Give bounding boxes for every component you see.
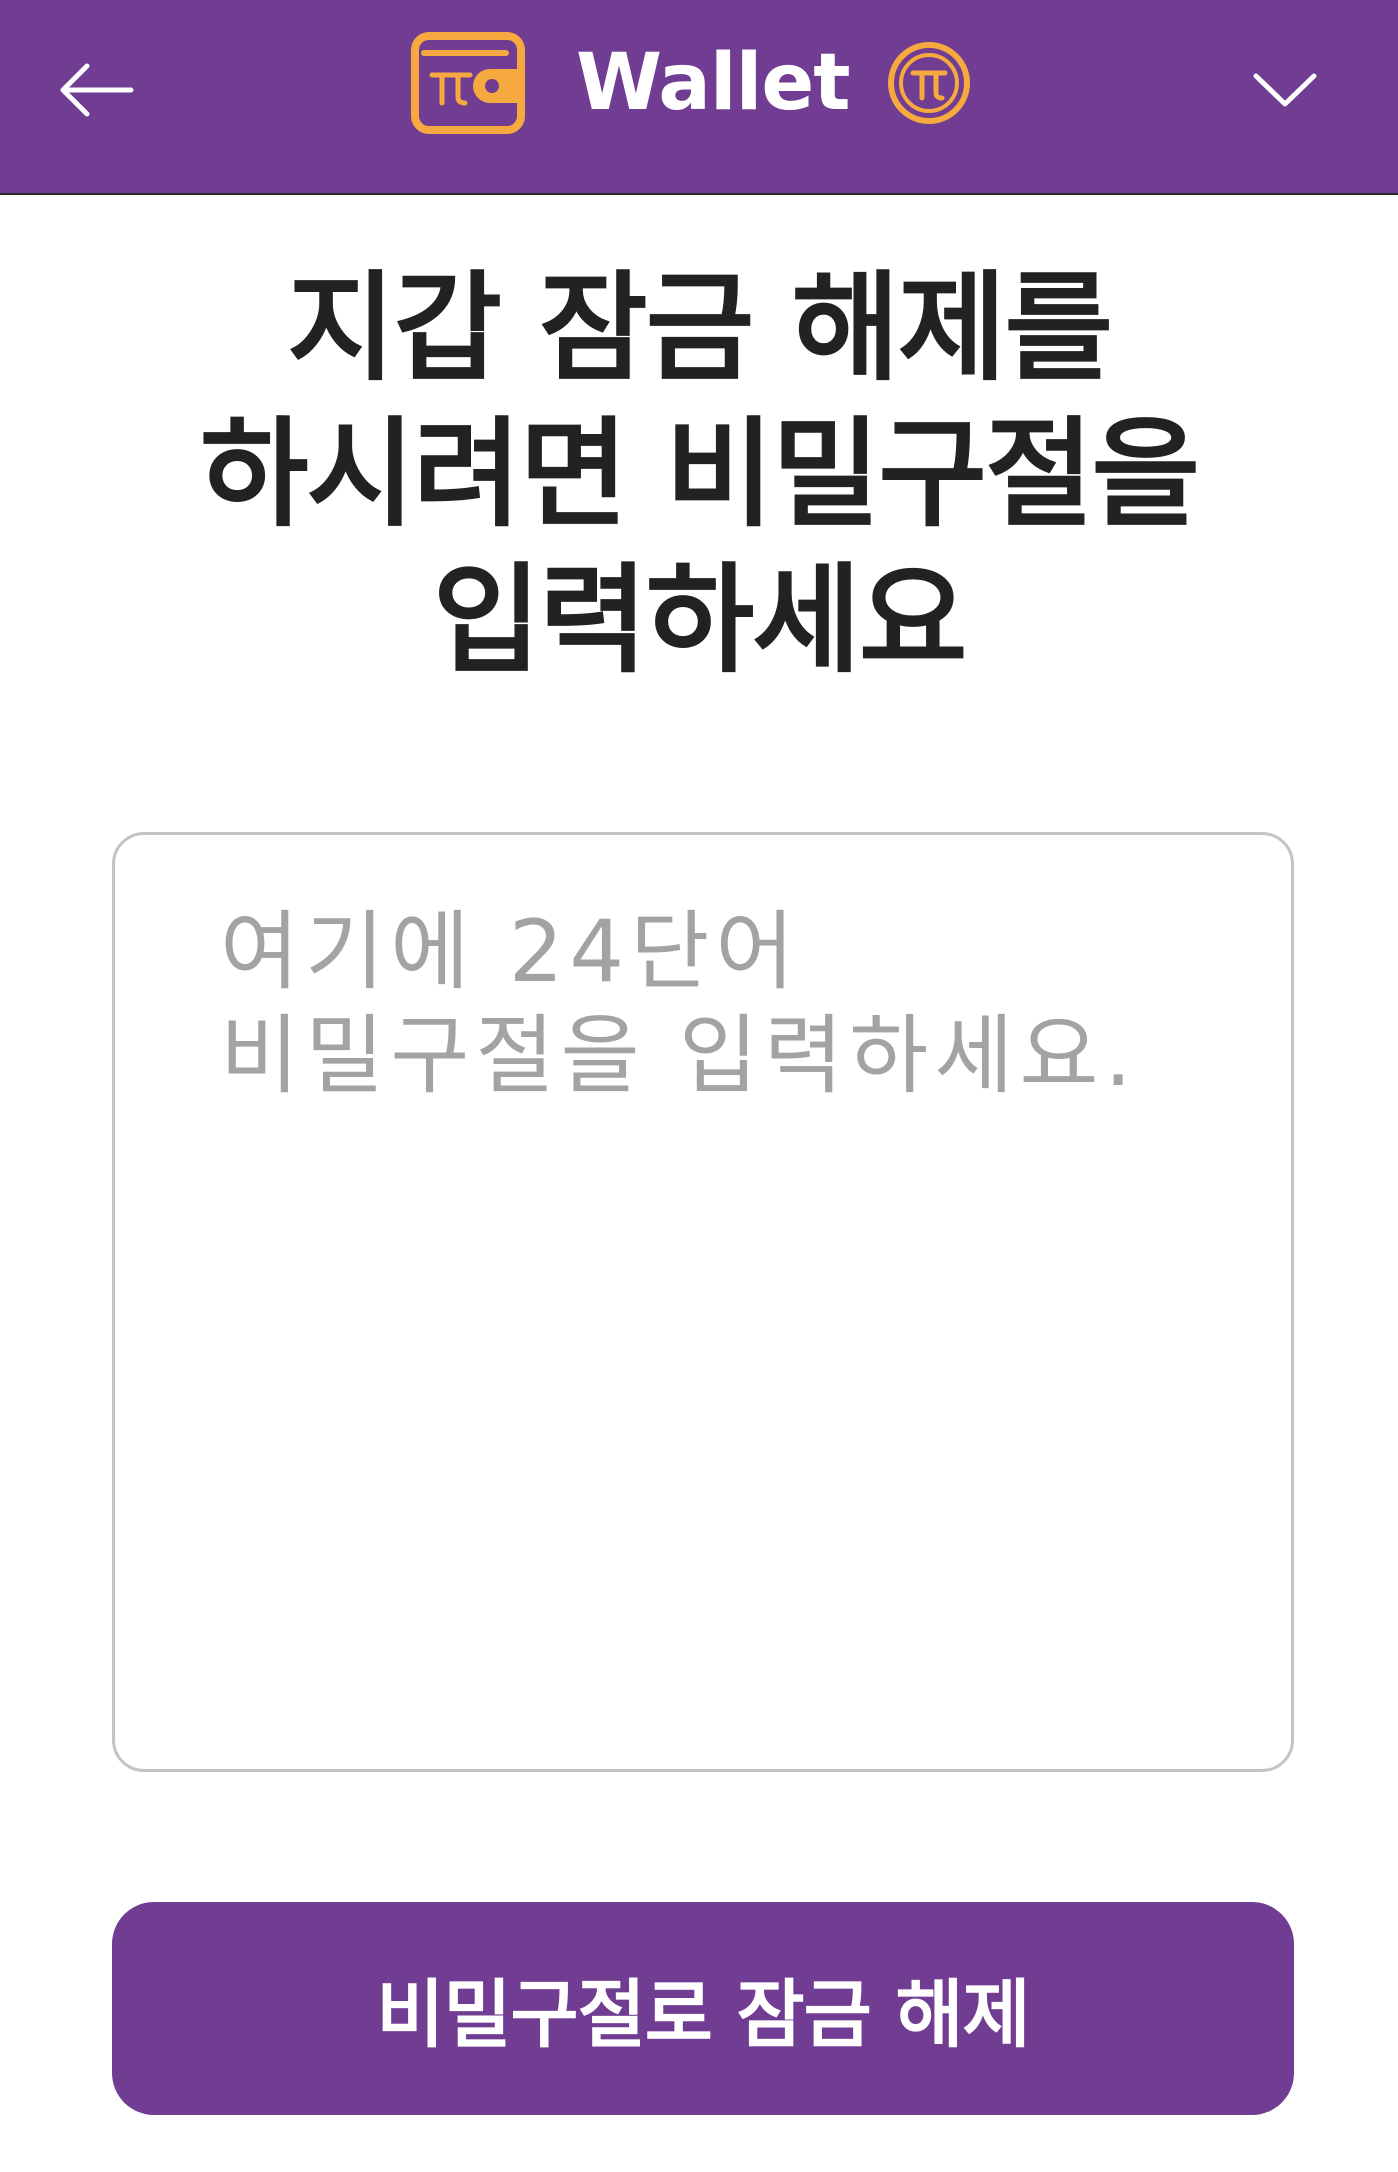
header-title-group: Wallet [410,28,972,138]
unlock-with-passphrase-button[interactable]: 비밀구절로 잠금 해제 [112,1902,1294,2115]
pi-coin-icon [887,42,970,124]
header-menu-button[interactable] [1230,35,1340,145]
chevron-down-icon [1253,73,1317,107]
header-title: Wallet [576,38,851,128]
wallet-icon [411,32,525,134]
page-title: 지갑 잠금 해제를 하시려면 비밀구절을 입력하세요 [199,259,1200,689]
app-header: Wallet [0,0,1398,195]
passphrase-input[interactable] [112,832,1294,1772]
back-button[interactable] [40,35,150,145]
arrow-left-icon [60,63,134,117]
